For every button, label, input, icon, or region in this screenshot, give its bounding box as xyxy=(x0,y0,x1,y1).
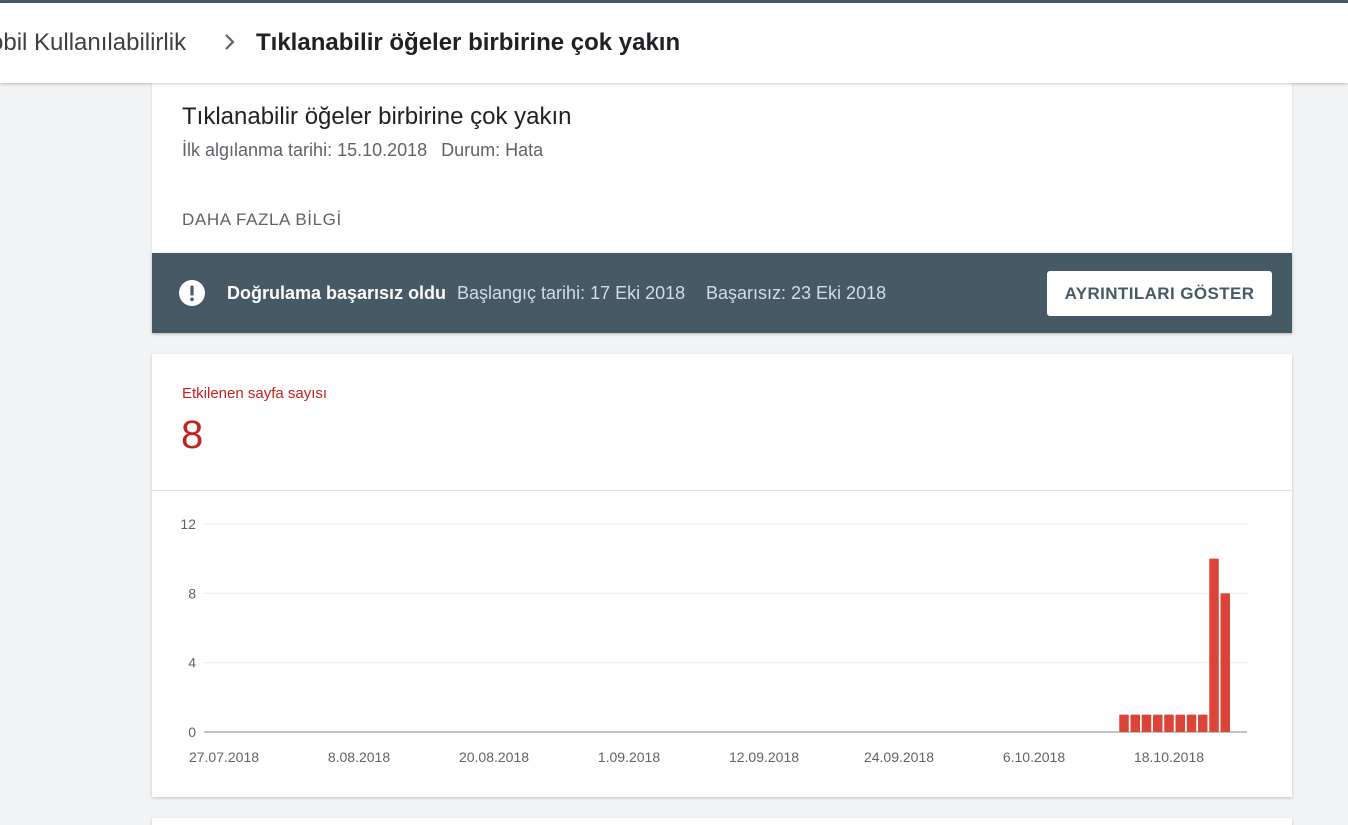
chart-bar xyxy=(1175,714,1185,732)
y-tick-label: 12 xyxy=(180,516,196,532)
breadcrumb-current: Tıklanabilir öğeler birbirine çok yakın xyxy=(256,29,681,56)
x-tick-label: 18.10.2018 xyxy=(1134,749,1204,765)
show-details-button[interactable]: AYRINTILARI GÖSTER xyxy=(1047,271,1272,316)
chart-bar xyxy=(1119,714,1129,732)
chart-bar xyxy=(1141,714,1152,732)
x-tick-label: 20.08.2018 xyxy=(459,749,529,765)
validation-start-date: Başlangıç tarihi: 17 Eki 2018 xyxy=(457,283,686,303)
x-tick-label: 6.10.2018 xyxy=(1003,749,1065,765)
breadcrumb-parent[interactable]: obil Kullanılabilirlik xyxy=(0,29,186,57)
chart-bar xyxy=(1186,714,1197,732)
chart-bar xyxy=(1164,714,1174,732)
chart-bar xyxy=(1153,714,1163,732)
affected-pages-label: Etkilenen sayfa sayısı xyxy=(182,385,328,402)
x-tick-label: 1.09.2018 xyxy=(598,749,660,765)
affected-pages-count: 8 xyxy=(181,413,204,457)
validation-failed-date: Başarısız: 23 Eki 2018 xyxy=(706,283,887,303)
chart-bar xyxy=(1209,558,1219,732)
chevron-right-icon xyxy=(225,34,235,50)
chart-bar xyxy=(1220,593,1230,732)
x-tick-label: 27.07.2018 xyxy=(189,749,259,765)
exclamation-icon xyxy=(179,280,205,306)
issue-meta: İlk algılanma tarihi: 15.10.2018 Durum: H… xyxy=(182,140,543,161)
x-tick-label: 8.08.2018 xyxy=(328,749,390,765)
chart-bar xyxy=(1198,714,1208,732)
more-info-link[interactable]: DAHA FAZLA BİLGİ xyxy=(182,210,342,230)
page-header: obil Kullanılabilirlik Tıklanabilir öğel… xyxy=(0,3,1348,83)
chart-bar xyxy=(1130,714,1140,732)
x-tick-label: 24.09.2018 xyxy=(864,749,934,765)
affected-pages-card: Etkilenen sayfa sayısı 8 0 4 8 12 27.07.2018… xyxy=(152,354,1292,797)
next-card xyxy=(152,818,1292,825)
first-detected-date: İlk algılanma tarihi: 15.10.2018 xyxy=(182,140,428,160)
y-tick-label: 8 xyxy=(188,585,196,601)
issue-status: Durum: Hata xyxy=(441,140,544,160)
issue-details-card: Tıklanabilir öğeler birbirine çok yakın … xyxy=(152,83,1292,253)
validation-banner: Doğrulama başarısız oldu Başlangıç tarih… xyxy=(152,253,1292,333)
affected-pages-chart: 0 4 8 12 27.07.2018 8.08.2018 20.08.2018 1.09.2… xyxy=(180,516,1247,765)
issue-title: Tıklanabilir öğeler birbirine çok yakın xyxy=(182,103,572,130)
validation-status: Doğrulama başarısız oldu xyxy=(227,283,447,303)
y-tick-label: 0 xyxy=(188,724,196,740)
y-tick-label: 4 xyxy=(188,655,196,671)
x-tick-label: 12.09.2018 xyxy=(729,749,799,765)
